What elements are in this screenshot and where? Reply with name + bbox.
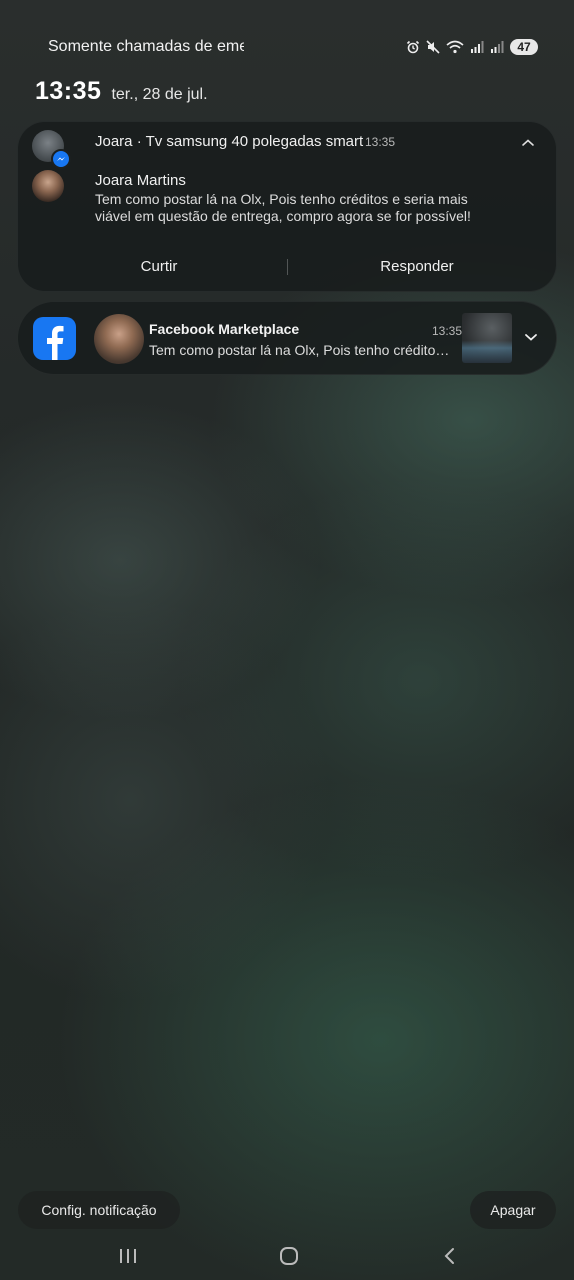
messenger-icon xyxy=(51,149,71,169)
home-icon[interactable] xyxy=(259,1236,319,1276)
notification-time: 13:35 xyxy=(432,324,463,338)
listing-thumbnail xyxy=(462,313,512,363)
signal-icon xyxy=(490,41,504,53)
mute-icon xyxy=(426,40,440,54)
message-preview: Tem como postar lá na Olx, Pois tenho cr… xyxy=(149,342,455,358)
reply-button[interactable]: Responder xyxy=(302,252,532,282)
back-icon[interactable] xyxy=(420,1236,480,1276)
status-text: Somente chamadas de emergência xyxy=(48,38,244,55)
recent-apps-icon[interactable] xyxy=(98,1236,158,1276)
notification-header: Joara · Tv samsung 40 polegadas smart xyxy=(95,133,364,150)
chevron-up-icon[interactable] xyxy=(520,136,536,154)
facebook-icon xyxy=(33,317,76,360)
sender-avatar xyxy=(94,314,144,364)
status-icons: 47 xyxy=(406,38,538,56)
wifi-icon xyxy=(446,40,464,54)
status-bar: Somente chamadas de emergência xyxy=(0,0,574,70)
signal-icon xyxy=(470,41,484,53)
clear-button[interactable]: Apagar xyxy=(470,1191,556,1229)
messenger-notification[interactable]: Joara · Tv samsung 40 polegadas smart 13… xyxy=(17,121,557,292)
notification-settings-button[interactable]: Config. notificação xyxy=(18,1191,180,1229)
sender-name: Joara Martins xyxy=(95,172,186,189)
notification-time: 13:35 xyxy=(365,135,396,149)
facebook-notification[interactable]: Facebook Marketplace 13:35 Tem como post… xyxy=(17,301,557,375)
alarm-icon xyxy=(406,40,420,54)
clock-time: 13:35 xyxy=(35,77,102,105)
sender-avatar xyxy=(32,170,64,202)
message-text: Tem como postar lá na Olx, Pois tenho cr… xyxy=(95,191,471,224)
battery-indicator: 47 xyxy=(510,39,538,55)
notification-title: Facebook Marketplace xyxy=(149,321,300,337)
clock-date: ter., 28 de jul. xyxy=(111,86,208,103)
notification-actions: Curtir Responder xyxy=(18,252,558,282)
like-button[interactable]: Curtir xyxy=(18,252,300,282)
action-divider xyxy=(287,259,288,275)
navigation-bar xyxy=(0,1236,574,1276)
chevron-down-icon[interactable] xyxy=(523,330,539,348)
clock-row: 13:35 ter., 28 de jul. xyxy=(35,77,208,106)
